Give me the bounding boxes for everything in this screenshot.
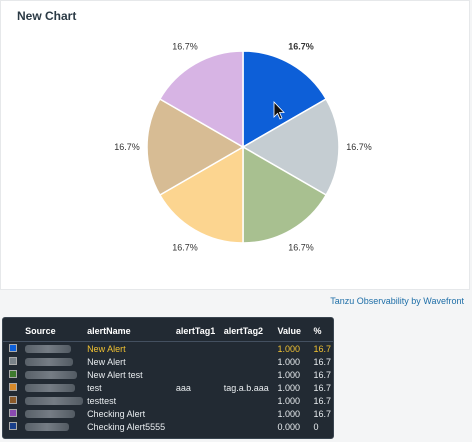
table-row[interactable]: testtest 1.000 16.7 [3, 394, 333, 407]
series-color-swatch [9, 356, 17, 365]
cell-alerttag1 [174, 342, 222, 356]
table-row[interactable]: New Alert 1.000 16.7 [3, 355, 333, 368]
cell-value: 1.000 [277, 395, 300, 406]
slice-label: 16.7% [288, 243, 314, 253]
cell-alertname: New Alert [87, 356, 126, 367]
redacted-source [25, 410, 76, 419]
header-alertname[interactable]: alertName [85, 322, 174, 342]
cell-alerttag2 [222, 420, 276, 433]
cell-percent: 16.7 [313, 382, 331, 393]
legend-table: Source alertName alertTag1 alertTag2 Val… [2, 317, 334, 439]
slice-label: 16.7% [346, 142, 372, 152]
cell-alerttag2 [222, 407, 276, 420]
cell-alerttag2 [222, 394, 276, 407]
wavefront-link[interactable]: Tanzu Observability by Wavefront [330, 296, 464, 306]
cell-alerttag1 [174, 394, 222, 407]
redacted-source [25, 397, 84, 406]
cell-value: 1.000 [277, 382, 300, 393]
slice-label: 16.7% [288, 42, 314, 52]
cell-alerttag1 [174, 407, 222, 420]
cell-percent: 16.7 [313, 408, 331, 419]
table-row[interactable]: New Alert 1.000 16.7 [3, 342, 333, 356]
cell-alertname: New Alert [87, 343, 126, 354]
table-row[interactable]: test aaa tag.a.b.aaa 1.000 16.7 [3, 381, 333, 394]
cell-alerttag2: tag.a.b.aaa [223, 382, 269, 393]
cell-percent: 16.7 [313, 369, 331, 380]
redacted-source [25, 345, 72, 354]
redacted-source [25, 423, 70, 432]
series-color-swatch [9, 382, 17, 391]
cell-value: 1.000 [277, 356, 300, 367]
cell-value: 1.000 [277, 408, 300, 419]
chart-panel: New Chart 16.7% 16.7% 16.7% 16.7% 16.7% 16.7% [0, 0, 470, 290]
cell-alertname: Checking Alert [87, 408, 146, 419]
cell-percent: 16.7 [313, 356, 331, 367]
cell-alerttag1 [174, 355, 222, 368]
header-value[interactable]: Value [275, 322, 312, 342]
redacted-source [25, 371, 78, 380]
table-row[interactable]: Checking Alert5555 0.000 0 [3, 420, 333, 433]
cell-alertname: testtest [87, 395, 117, 406]
cell-value: 1.000 [277, 369, 300, 380]
slice-label: 16.7% [114, 142, 140, 152]
table-row[interactable]: New Alert test 1.000 16.7 [3, 368, 333, 381]
cell-percent: 16.7 [313, 343, 331, 354]
cell-alerttag2 [222, 342, 276, 356]
header-alerttag2[interactable]: alertTag2 [221, 322, 276, 342]
pie-chart[interactable]: 16.7% 16.7% 16.7% 16.7% 16.7% 16.7% [1, 1, 471, 291]
cell-percent: 16.7 [313, 395, 331, 406]
series-color-swatch [9, 369, 17, 378]
slice-label: 16.7% [172, 42, 198, 52]
header-percent[interactable]: % [311, 322, 333, 342]
header-source[interactable]: Source [23, 322, 86, 342]
header-alerttag1[interactable]: alertTag1 [173, 322, 222, 342]
redacted-source [25, 384, 76, 393]
series-color-swatch [9, 395, 17, 404]
cell-alertname: New Alert test [87, 369, 143, 380]
cell-alerttag1: aaa [175, 382, 191, 393]
series-color-swatch [9, 408, 17, 417]
cell-alerttag1 [174, 368, 222, 381]
cell-alertname: Checking Alert5555 [87, 421, 166, 432]
slice-label: 16.7% [172, 243, 198, 253]
table-row[interactable]: Checking Alert 1.000 16.7 [3, 407, 333, 420]
cell-value: 1.000 [277, 343, 300, 354]
cell-alerttag2 [222, 355, 276, 368]
cell-alerttag1 [174, 420, 222, 433]
cell-percent: 0 [313, 421, 319, 432]
series-color-swatch [9, 421, 17, 430]
cell-value: 0.000 [277, 421, 300, 432]
redacted-source [25, 358, 74, 367]
cell-alerttag2 [222, 368, 276, 381]
series-color-swatch [9, 343, 17, 352]
cell-alertname: test [87, 382, 102, 393]
